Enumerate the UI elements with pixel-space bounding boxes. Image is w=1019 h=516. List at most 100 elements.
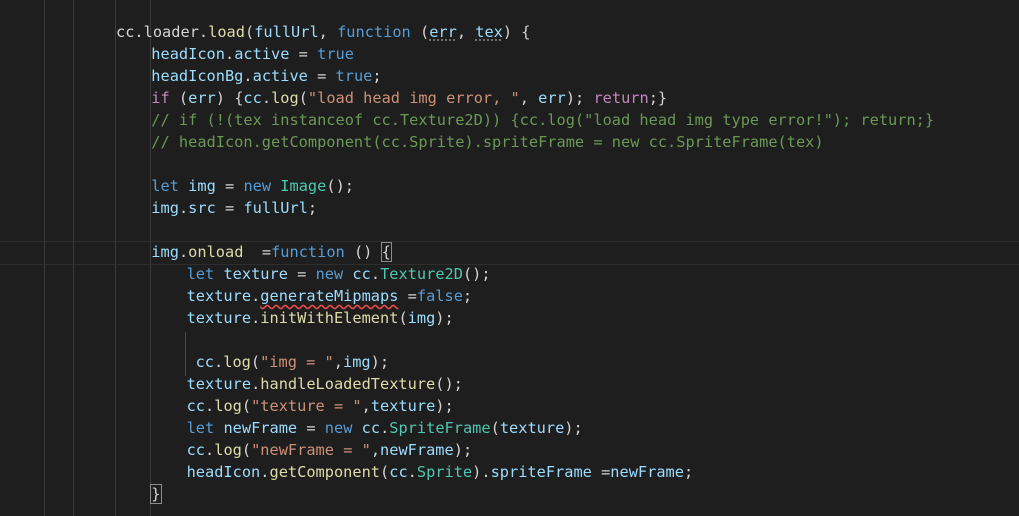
code-token: handleLoadedTexture xyxy=(260,375,436,393)
code-token: ( xyxy=(298,89,308,107)
code-token: = xyxy=(215,177,244,195)
code-token: ( xyxy=(241,397,252,415)
code-token: . xyxy=(205,397,215,415)
code-area[interactable]: cc.loader.load(fullUrl, function (err, t… xyxy=(116,21,934,505)
code-token: cc xyxy=(186,441,206,459)
code-token: ; xyxy=(307,199,318,217)
code-token: getComponent xyxy=(269,463,381,481)
code-line[interactable] xyxy=(116,153,934,175)
code-token: { xyxy=(380,242,392,262)
code-token: new xyxy=(243,177,272,195)
code-token: = xyxy=(307,67,336,85)
code-token: (); xyxy=(326,177,354,195)
code-token: . xyxy=(251,375,261,393)
code-token: active xyxy=(252,67,308,85)
code-token: ) { xyxy=(502,23,531,41)
code-token: img xyxy=(343,353,371,371)
code-line[interactable]: img.src = fullUrl; xyxy=(116,197,934,219)
code-token: new xyxy=(315,265,344,283)
code-token: = xyxy=(287,265,316,283)
code-token: headIconBg xyxy=(151,67,244,85)
code-token: texture xyxy=(186,309,252,327)
code-token: ); xyxy=(453,441,473,459)
code-token: texture xyxy=(370,397,436,415)
code-token: ) { xyxy=(215,89,244,107)
code-token: ( xyxy=(241,441,252,459)
code-token: function xyxy=(337,23,411,41)
code-token: . xyxy=(251,287,261,305)
code-token: . xyxy=(260,463,270,481)
code-token: Texture2D xyxy=(380,265,463,283)
code-line[interactable] xyxy=(116,329,934,351)
code-token: = xyxy=(398,287,417,305)
code-line[interactable]: let texture = new cc.Texture2D(); xyxy=(116,263,934,285)
code-token: "texture = " xyxy=(251,397,362,415)
code-token: onload xyxy=(188,243,244,261)
code-token: fullUrl xyxy=(254,23,319,41)
code-token: img xyxy=(407,309,436,327)
code-token: Sprite xyxy=(416,463,473,481)
code-line[interactable]: let img = new Image(); xyxy=(116,175,934,197)
code-line[interactable]: headIconBg.active = true; xyxy=(116,65,934,87)
code-line[interactable]: cc.loader.load(fullUrl, function (err, t… xyxy=(116,21,934,43)
code-token: loader xyxy=(143,23,199,41)
code-token: . xyxy=(214,353,224,371)
code-line[interactable]: let newFrame = new cc.SpriteFrame(textur… xyxy=(116,417,934,439)
code-token: , xyxy=(519,89,539,107)
code-token: let xyxy=(151,177,179,195)
code-token: . xyxy=(205,441,215,459)
code-token: . xyxy=(261,89,272,107)
code-token: = xyxy=(243,243,272,261)
code-token: texture xyxy=(186,375,252,393)
code-token: . xyxy=(198,23,209,41)
code-line[interactable]: } xyxy=(116,483,934,505)
code-editor[interactable]: cc.loader.load(fullUrl, function (err, t… xyxy=(0,0,1019,516)
code-token: (); xyxy=(462,265,491,283)
code-token: , xyxy=(333,353,343,371)
code-token: cc xyxy=(352,265,371,283)
code-token: Image xyxy=(280,177,327,195)
code-token: err xyxy=(538,89,566,107)
code-token: . xyxy=(178,243,189,261)
code-token: true xyxy=(335,67,373,85)
code-token: texture xyxy=(499,419,565,437)
code-line[interactable]: cc.log("newFrame = ",newFrame); xyxy=(116,439,934,461)
code-line[interactable]: cc.log("texture = ",texture); xyxy=(116,395,934,417)
code-line[interactable]: texture.generateMipmaps =false; xyxy=(116,285,934,307)
code-token: tex xyxy=(475,23,503,41)
code-token: ( xyxy=(490,419,500,437)
code-token: false xyxy=(416,287,463,305)
code-token: "img = " xyxy=(260,353,334,371)
code-token: headIcon xyxy=(151,45,225,63)
code-token: = xyxy=(591,463,611,481)
code-token: ); xyxy=(435,397,454,415)
code-line[interactable]: // if (!(tex instanceof cc.Texture2D)) {… xyxy=(116,109,934,131)
code-token: if xyxy=(151,89,170,107)
code-line[interactable]: texture.initWithElement(img); xyxy=(116,307,934,329)
code-token: , xyxy=(361,397,371,415)
code-token: "load head img error, " xyxy=(307,89,520,107)
code-token: img xyxy=(188,177,216,195)
code-token: "newFrame = " xyxy=(251,441,371,459)
code-token: ( xyxy=(169,89,189,107)
code-token: headIcon xyxy=(186,463,261,481)
code-line[interactable]: if (err) {cc.log("load head img error, "… xyxy=(116,87,934,109)
code-token: img xyxy=(151,199,179,217)
code-token: ( xyxy=(410,23,430,41)
code-token: . xyxy=(370,265,381,283)
code-token: , xyxy=(318,23,338,41)
code-token: ( xyxy=(244,23,255,41)
code-token: cc xyxy=(243,89,262,107)
code-token: ; xyxy=(462,287,473,305)
code-line[interactable]: headIcon.getComponent(cc.Sprite).spriteF… xyxy=(116,461,934,483)
code-line[interactable]: headIcon.active = true xyxy=(116,43,934,65)
code-line[interactable]: cc.log("img = ",img); xyxy=(116,351,934,373)
code-line[interactable]: // headIcon.getComponent(cc.Sprite).spri… xyxy=(116,131,934,153)
code-line[interactable] xyxy=(116,219,934,241)
code-token: texture xyxy=(223,265,288,283)
code-token: return xyxy=(593,89,649,107)
code-line[interactable]: texture.handleLoadedTexture(); xyxy=(116,373,934,395)
code-line[interactable]: img.onload =function () { xyxy=(116,241,934,263)
code-token: ); xyxy=(565,89,594,107)
